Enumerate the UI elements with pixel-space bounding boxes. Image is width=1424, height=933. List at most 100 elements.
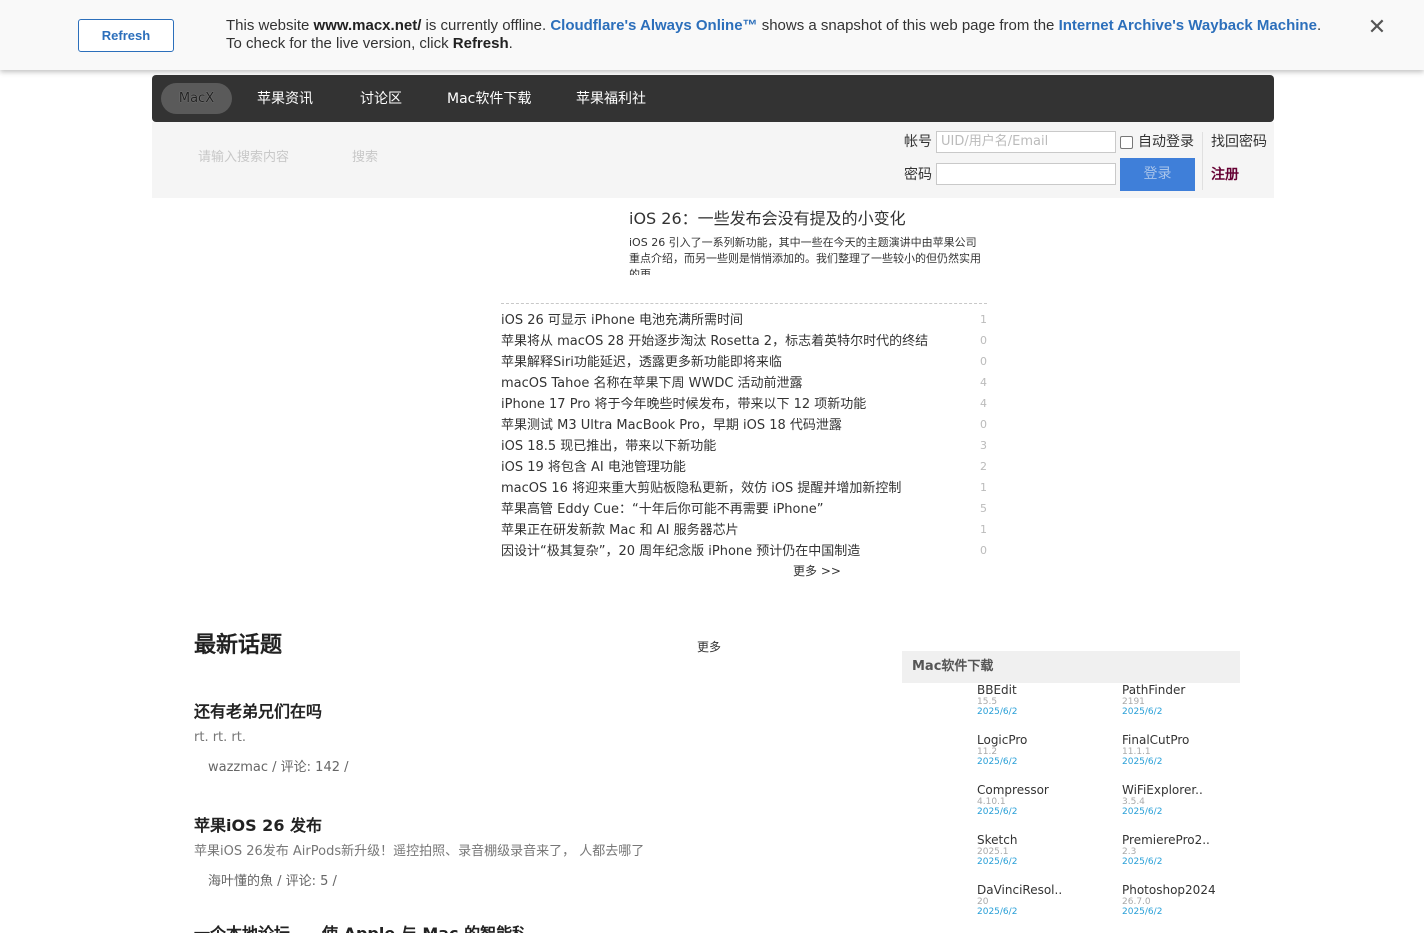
software-widget-title: Mac软件下载 [912, 659, 994, 674]
register-link[interactable]: 注册 [1211, 166, 1239, 184]
auto-login-label: 自动登录 [1138, 134, 1194, 150]
software-item[interactable]: BBEdit 15.5 2025/6/2 [977, 683, 1107, 723]
nav-item-mac-software[interactable]: Mac软件下载 [447, 90, 531, 108]
latest-topics-heading: 最新话题 [194, 633, 283, 658]
software-name[interactable]: Sketch [977, 833, 1107, 847]
msg-text: This website [226, 17, 314, 34]
news-title[interactable]: iOS 26 可显示 iPhone 电池充满所需时间 [501, 312, 743, 330]
comment-count: 0 [980, 544, 987, 557]
news-title[interactable]: iPhone 17 Pro 将于今年晚些时候发布，带来以下 12 项新功能 [501, 396, 866, 414]
news-item[interactable]: 苹果正在研发新款 Mac 和 AI 服务器芯片 1 [501, 522, 991, 543]
news-title[interactable]: 苹果高管 Eddy Cue：“十年后你可能不再需要 iPhone” [501, 501, 823, 519]
news-item[interactable]: 苹果高管 Eddy Cue：“十年后你可能不再需要 iPhone” 5 [501, 501, 991, 522]
software-version: 26.7.0 [1122, 897, 1151, 907]
software-version: 11.2 [977, 747, 998, 757]
auto-login-checkbox[interactable] [1120, 136, 1133, 149]
login-button[interactable]: 登录 [1120, 158, 1195, 191]
featured-article-title[interactable]: iOS 26：一些发布会没有提及的小变化 [629, 209, 906, 229]
software-name[interactable]: Compressor [977, 783, 1107, 797]
news-item[interactable]: 因设计“极其复杂”，20 周年纪念版 iPhone 预计仍在中国制造 0 [501, 543, 991, 564]
featured-article-summary: iOS 26 引入了一系列新功能，其中一些在今天的主题演讲中由苹果公司重点介绍，… [629, 236, 981, 275]
forgot-password-link[interactable]: 找回密码 [1211, 133, 1267, 151]
software-item[interactable]: WiFiExplorer.. 3.5.4 2025/6/2 [1122, 783, 1252, 823]
nav-item-forum[interactable]: 讨论区 [360, 90, 402, 108]
password-input[interactable] [936, 163, 1116, 185]
software-item[interactable]: FinalCutPro 11.1.1 2025/6/2 [1122, 733, 1252, 773]
software-item[interactable]: Compressor 4.10.1 2025/6/2 [977, 783, 1107, 823]
software-name[interactable]: PremierePro2.. [1122, 833, 1252, 847]
news-title[interactable]: macOS Tahoe 名称在苹果下周 WWDC 活动前泄露 [501, 375, 803, 393]
software-version: 11.1.1 [1122, 747, 1151, 757]
news-title[interactable]: iOS 18.5 现已推出，带来以下新功能 [501, 438, 716, 456]
password-label: 密码 [904, 167, 932, 183]
cloudflare-link[interactable]: Cloudflare's Always Online™ [550, 17, 757, 34]
news-title[interactable]: 因设计“极其复杂”，20 周年纪念版 iPhone 预计仍在中国制造 [501, 543, 860, 561]
software-item[interactable]: DaVinciResol.. 20 2025/6/2 [977, 883, 1107, 923]
comment-count: 4 [980, 376, 987, 389]
news-item[interactable]: 苹果将从 macOS 28 开始逐步淘汰 Rosetta 2，标志着英特尔时代的… [501, 333, 991, 354]
comment-count: 0 [980, 334, 987, 347]
software-name[interactable]: DaVinciResol.. [977, 883, 1107, 897]
comment-count: 1 [980, 523, 987, 536]
software-name[interactable]: BBEdit [977, 683, 1107, 697]
nav-item-apple-welfare[interactable]: 苹果福利社 [576, 90, 646, 108]
software-date: 2025/6/2 [977, 807, 1018, 817]
nav-item-apple-news[interactable]: 苹果资讯 [257, 90, 313, 108]
news-title[interactable]: 苹果测试 M3 Ultra MacBook Pro，早期 iOS 18 代码泄露 [501, 417, 842, 435]
account-input[interactable]: UID/用户名/Email [936, 131, 1116, 153]
msg-text: To check for the live version, click [226, 35, 453, 52]
comment-count: 3 [980, 439, 987, 452]
msg-text: . [1316, 17, 1322, 34]
search-input[interactable]: 请输入搜索内容 [198, 149, 338, 167]
software-date: 2025/6/2 [977, 707, 1018, 717]
news-title[interactable]: 苹果将从 macOS 28 开始逐步淘汰 Rosetta 2，标志着英特尔时代的… [501, 333, 928, 351]
news-item[interactable]: iOS 19 将包含 AI 电池管理功能 2 [501, 459, 991, 480]
msg-text: . [508, 35, 513, 52]
software-date: 2025/6/2 [977, 857, 1018, 867]
news-item[interactable]: iOS 26 可显示 iPhone 电池充满所需时间 1 [501, 312, 991, 333]
topic-title-partial[interactable]: 一个本地论坛——使 Apple 与 Mac 的智能科技 [194, 924, 524, 933]
topic-title[interactable]: 苹果iOS 26 发布 [194, 816, 322, 836]
topic-title[interactable]: 还有老弟兄们在吗 [194, 702, 322, 722]
close-icon[interactable]: ✕ [1366, 17, 1388, 39]
divider [1202, 132, 1203, 190]
software-date: 2025/6/2 [1122, 807, 1163, 817]
news-title[interactable]: 苹果正在研发新款 Mac 和 AI 服务器芯片 [501, 522, 739, 540]
site-logo[interactable]: MacX [161, 83, 232, 114]
software-version: 2191 [1122, 697, 1145, 707]
software-name[interactable]: PathFinder [1122, 683, 1252, 697]
news-item[interactable]: 苹果解释Siri功能延迟，透露更多新功能即将来临 0 [501, 354, 991, 375]
comment-count: 4 [980, 397, 987, 410]
comment-count: 1 [980, 481, 987, 494]
software-item[interactable]: LogicPro 11.2 2025/6/2 [977, 733, 1107, 773]
msg-text: shows a snapshot of this web page from t… [757, 17, 1059, 34]
topics-more-link[interactable]: 更多 [697, 639, 721, 655]
news-item[interactable]: macOS Tahoe 名称在苹果下周 WWDC 活动前泄露 4 [501, 375, 991, 396]
news-title[interactable]: 苹果解释Siri功能延迟，透露更多新功能即将来临 [501, 354, 782, 372]
news-more-link[interactable]: 更多 >> [793, 563, 841, 579]
software-item[interactable]: PremierePro2.. 2.3 2025/6/2 [1122, 833, 1252, 873]
search-button[interactable]: 搜索 [352, 149, 378, 167]
divider [501, 303, 987, 304]
news-title[interactable]: iOS 19 将包含 AI 电池管理功能 [501, 459, 686, 477]
news-item[interactable]: iOS 18.5 现已推出，带来以下新功能 3 [501, 438, 991, 459]
news-item[interactable]: 苹果测试 M3 Ultra MacBook Pro，早期 iOS 18 代码泄露… [501, 417, 991, 438]
topic-excerpt: 苹果iOS 26发布 AirPods新升级！遥控拍照、录音棚级录音来了， 人都去… [194, 844, 645, 859]
software-name[interactable]: FinalCutPro [1122, 733, 1252, 747]
software-date: 2025/6/2 [1122, 757, 1163, 767]
comment-count: 5 [980, 502, 987, 515]
software-name[interactable]: LogicPro [977, 733, 1107, 747]
news-title[interactable]: macOS 16 将迎来重大剪贴板隐私更新，效仿 iOS 提醒并增加新控制 [501, 480, 901, 498]
comment-count: 0 [980, 355, 987, 368]
software-item[interactable]: PathFinder 2191 2025/6/2 [1122, 683, 1252, 723]
software-name[interactable]: Photoshop2024 [1122, 883, 1252, 897]
refresh-button[interactable]: Refresh [78, 19, 174, 52]
software-version: 2.3 [1122, 847, 1137, 857]
always-online-banner: Refresh This website www.macx.net/ is cu… [0, 0, 1424, 70]
software-name[interactable]: WiFiExplorer.. [1122, 783, 1252, 797]
wayback-machine-link[interactable]: Internet Archive's Wayback Machine [1059, 17, 1317, 34]
news-item[interactable]: macOS 16 将迎来重大剪贴板隐私更新，效仿 iOS 提醒并增加新控制 1 [501, 480, 991, 501]
news-item[interactable]: iPhone 17 Pro 将于今年晚些时候发布，带来以下 12 项新功能 4 [501, 396, 991, 417]
software-item[interactable]: Photoshop2024 26.7.0 2025/6/2 [1122, 883, 1252, 923]
software-item[interactable]: Sketch 2025.1 2025/6/2 [977, 833, 1107, 873]
